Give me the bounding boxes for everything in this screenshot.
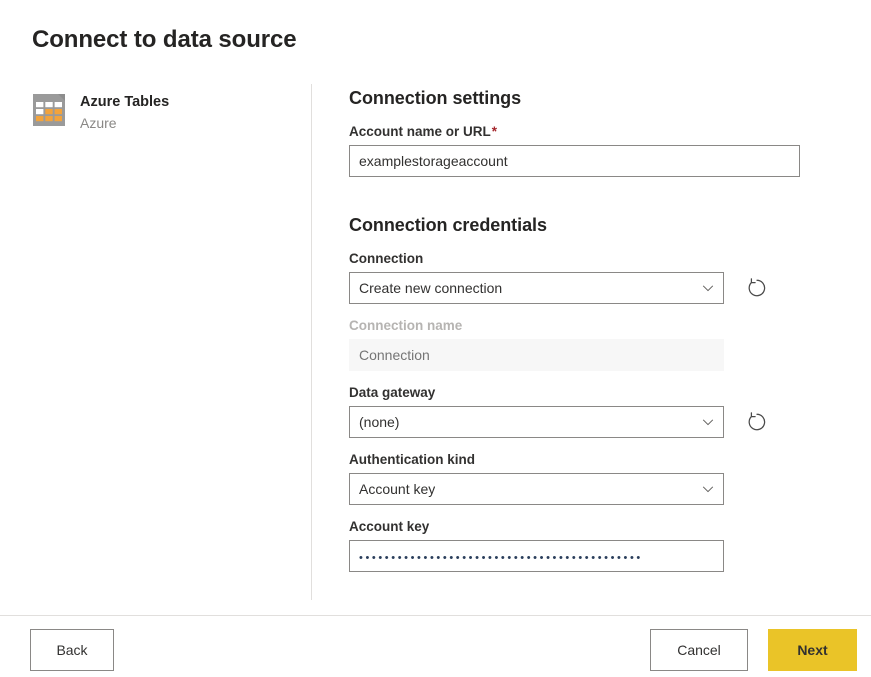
data-gateway-label: Data gateway: [349, 384, 819, 402]
refresh-gateways-button[interactable]: [741, 406, 773, 438]
authentication-kind-label: Authentication kind: [349, 451, 819, 469]
account-key-label: Account key: [349, 518, 819, 536]
connection-form: Connection settings Account name or URL*…: [349, 86, 819, 572]
account-name-field-group: Account name or URL*: [349, 123, 819, 177]
data-gateway-control-row: (none): [349, 406, 819, 438]
account-name-input[interactable]: [349, 145, 800, 177]
back-button[interactable]: Back: [30, 629, 114, 671]
chevron-down-icon: [701, 281, 715, 295]
account-name-label-text: Account name or URL: [349, 124, 491, 139]
refresh-icon: [746, 277, 768, 299]
selected-data-source: Azure Tables Azure: [32, 92, 292, 133]
refresh-connections-button[interactable]: [741, 272, 773, 304]
azure-table-icon: [32, 93, 66, 127]
data-source-name: Azure Tables: [80, 93, 169, 112]
data-gateway-dropdown[interactable]: (none): [349, 406, 724, 438]
connection-control-row: Create new connection: [349, 272, 819, 304]
vertical-divider: [311, 84, 312, 600]
account-key-field-group: Account key ••••••••••••••••••••••••••••…: [349, 518, 819, 572]
connection-dropdown[interactable]: Create new connection: [349, 272, 724, 304]
dialog-footer: Back Cancel Next: [0, 615, 871, 677]
connection-name-field-group: Connection name: [349, 317, 819, 371]
refresh-icon: [746, 411, 768, 433]
dialog-body: Azure Tables Azure Connection settings A…: [0, 78, 871, 615]
authentication-kind-field-group: Authentication kind Account key: [349, 451, 819, 505]
connect-to-data-source-dialog: Connect to data source Azure Tables Azur…: [0, 0, 871, 677]
account-key-input[interactable]: ••••••••••••••••••••••••••••••••••••••••…: [349, 540, 724, 572]
data-gateway-field-group: Data gateway (none): [349, 384, 819, 438]
connection-name-label: Connection name: [349, 317, 819, 335]
connection-name-input: [349, 339, 724, 371]
connection-credentials-heading: Connection credentials: [349, 213, 819, 237]
page-title: Connect to data source: [32, 24, 297, 56]
data-source-labels: Azure Tables Azure: [80, 92, 169, 133]
next-button[interactable]: Next: [768, 629, 857, 671]
authentication-kind-dropdown[interactable]: Account key: [349, 473, 724, 505]
chevron-down-icon: [701, 482, 715, 496]
data-gateway-dropdown-value: (none): [359, 407, 399, 437]
authentication-kind-control-row: Account key: [349, 473, 819, 505]
chevron-down-icon: [701, 415, 715, 429]
required-indicator: *: [492, 124, 497, 139]
account-name-label: Account name or URL*: [349, 123, 819, 141]
connection-field-group: Connection Create new connection: [349, 250, 819, 304]
connection-label: Connection: [349, 250, 819, 268]
authentication-kind-dropdown-value: Account key: [359, 474, 435, 504]
data-source-category: Azure: [80, 114, 169, 133]
cancel-button[interactable]: Cancel: [650, 629, 748, 671]
connection-dropdown-value: Create new connection: [359, 273, 502, 303]
connection-settings-heading: Connection settings: [349, 86, 819, 110]
